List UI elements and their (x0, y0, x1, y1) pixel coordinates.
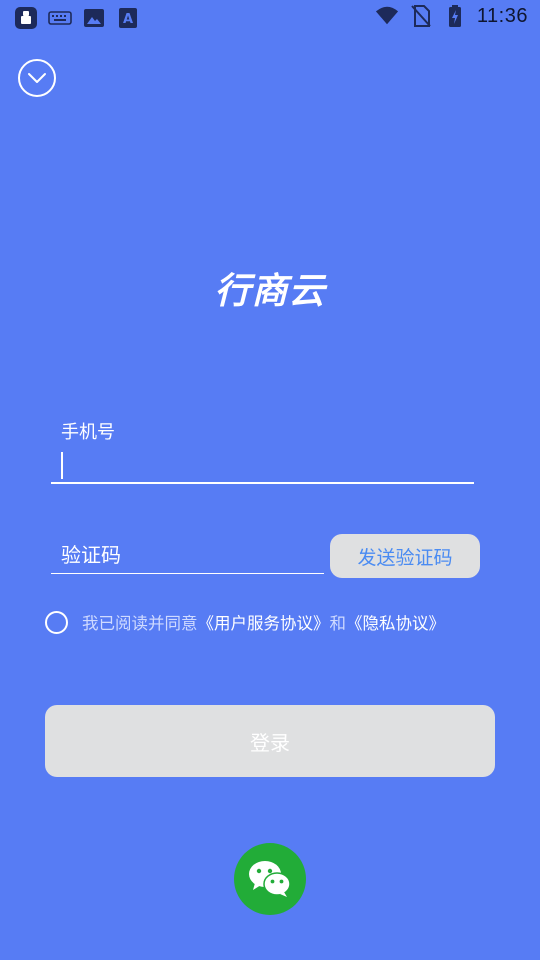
wifi-icon (375, 4, 399, 28)
wechat-icon (247, 859, 293, 899)
svg-text:A: A (123, 12, 133, 27)
app-logo: 行商云 (214, 271, 326, 312)
text-caret (61, 452, 63, 479)
code-field[interactable] (51, 536, 324, 574)
text-a-icon: A (116, 6, 140, 30)
agreement-checkbox[interactable] (45, 610, 68, 634)
user-agreement-link[interactable]: 《用户服务协议》 (198, 614, 330, 633)
login-button[interactable]: 登录 (45, 705, 495, 777)
send-code-button[interactable]: 发送验证码 (330, 534, 480, 578)
agreement-prefix: 我已阅读并同意 (82, 614, 198, 633)
phone-input[interactable] (51, 446, 474, 482)
image-icon (82, 6, 106, 30)
collapse-button[interactable] (18, 59, 56, 97)
phone-field[interactable] (51, 446, 474, 484)
status-time: 11:36 (476, 4, 528, 27)
wechat-login-button[interactable] (234, 843, 306, 915)
agreement-text: 我已阅读并同意《用户服务协议》和《隐私协议》 (82, 610, 445, 634)
chevron-down-icon (27, 71, 47, 85)
status-bar-system: 11:36 (375, 4, 528, 28)
agreement-row: 我已阅读并同意《用户服务协议》和《隐私协议》 (45, 608, 445, 636)
app-notification-icon (14, 6, 38, 30)
status-bar-notifications: A (14, 6, 140, 30)
no-sim-icon (409, 4, 433, 28)
code-input[interactable] (51, 536, 324, 573)
phone-label: 手机号 (61, 422, 115, 443)
status-bar: A 11:36 (0, 0, 540, 36)
privacy-agreement-link[interactable]: 《隐私协议》 (346, 614, 445, 633)
battery-charging-icon (443, 4, 467, 28)
keyboard-icon (48, 6, 72, 30)
agreement-conjunction: 和 (329, 614, 347, 633)
